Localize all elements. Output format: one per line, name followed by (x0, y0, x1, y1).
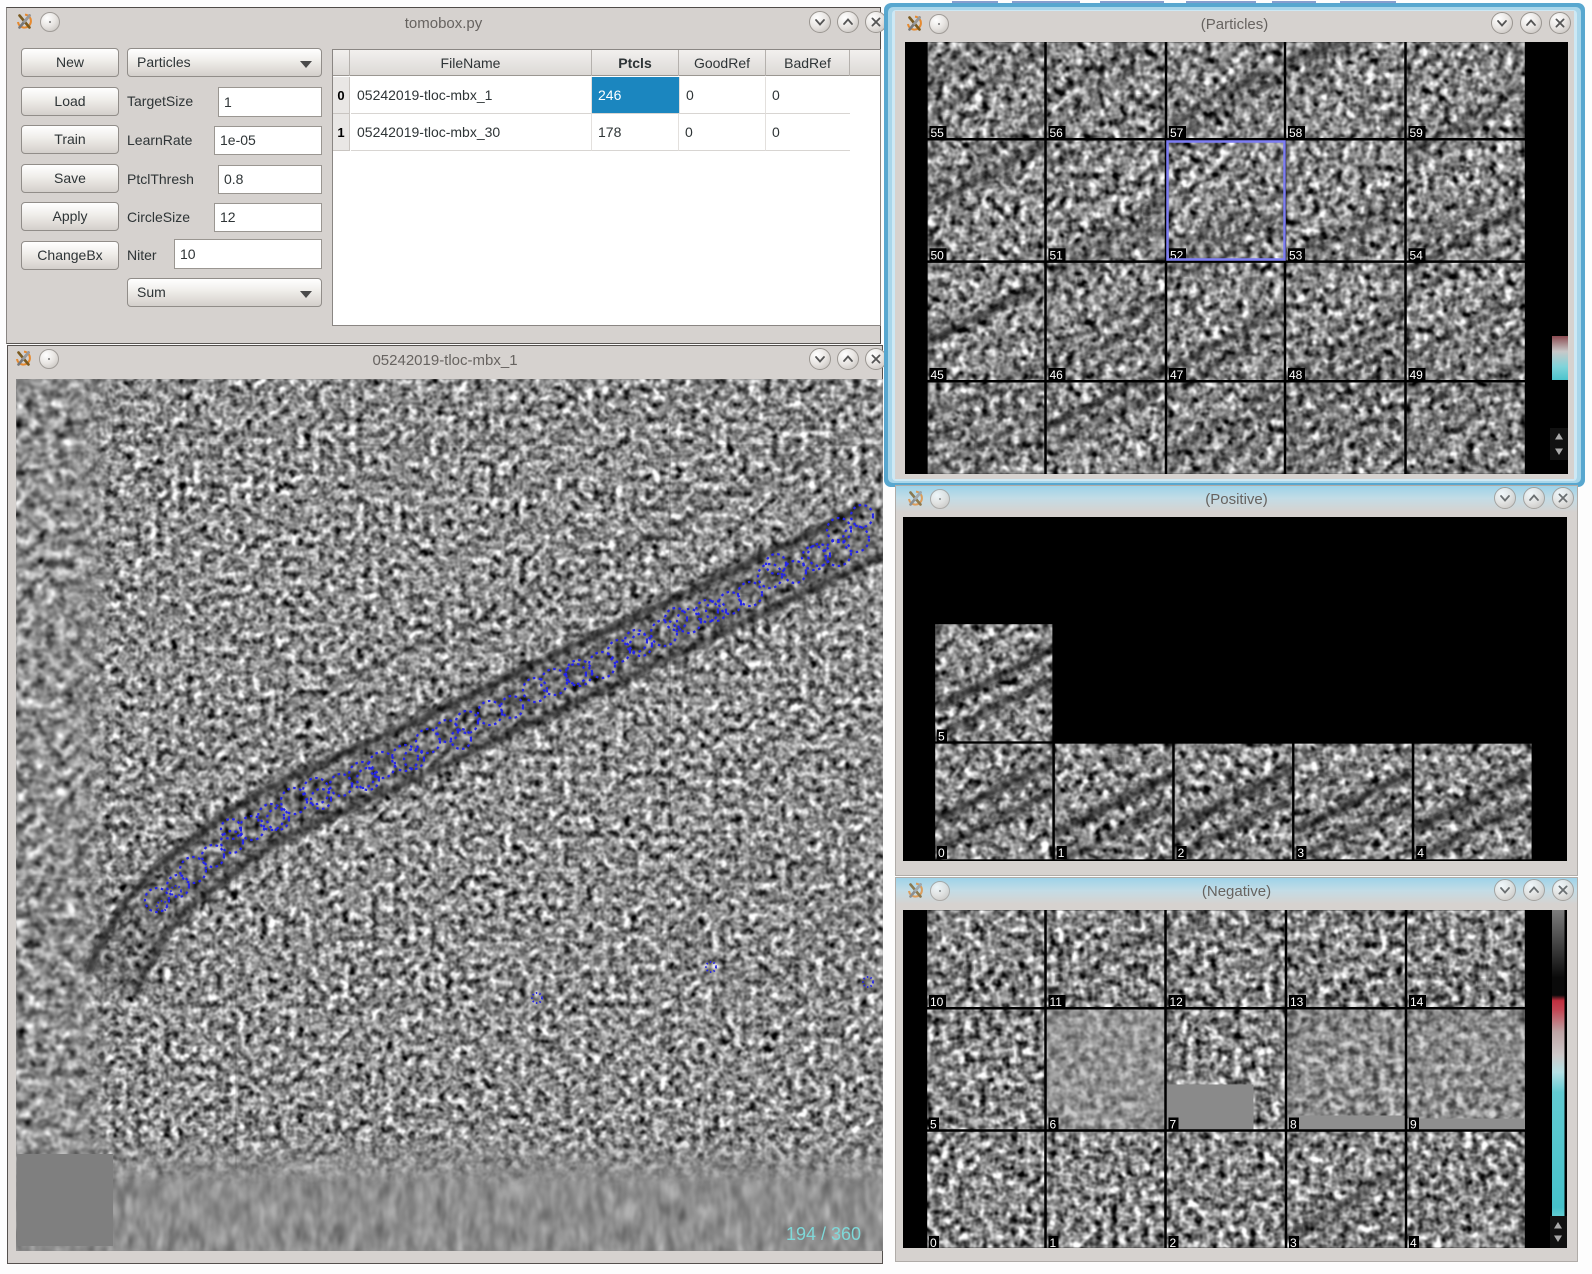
svg-text:10: 10 (930, 995, 944, 1009)
svg-text:0: 0 (930, 1236, 937, 1248)
svg-text:7: 7 (1170, 1118, 1177, 1132)
svg-text:5: 5 (938, 730, 945, 744)
svg-text:47: 47 (1170, 368, 1184, 382)
svg-text:3: 3 (1290, 1236, 1297, 1248)
svg-text:8: 8 (1290, 1118, 1297, 1132)
svg-text:0: 0 (938, 846, 945, 860)
svg-text:2: 2 (1170, 1236, 1177, 1248)
svg-text:11: 11 (1050, 995, 1063, 1009)
svg-text:54: 54 (1409, 248, 1423, 262)
svg-text:51: 51 (1049, 248, 1063, 262)
svg-text:1: 1 (1058, 846, 1065, 860)
svg-text:13: 13 (1290, 995, 1304, 1009)
svg-text:9: 9 (1410, 1118, 1417, 1132)
svg-text:59: 59 (1409, 126, 1423, 140)
svg-text:57: 57 (1170, 126, 1184, 140)
svg-text:50: 50 (930, 248, 944, 262)
svg-text:194 / 360: 194 / 360 (786, 1224, 861, 1244)
svg-text:45: 45 (930, 368, 944, 382)
svg-text:46: 46 (1049, 368, 1063, 382)
svg-text:56: 56 (1049, 126, 1063, 140)
svg-text:12: 12 (1170, 995, 1184, 1009)
svg-text:55: 55 (930, 126, 944, 140)
svg-text:53: 53 (1289, 248, 1303, 262)
svg-text:49: 49 (1409, 368, 1423, 382)
svg-text:1: 1 (1050, 1236, 1057, 1248)
svg-text:3: 3 (1297, 846, 1304, 860)
svg-text:5: 5 (930, 1118, 937, 1132)
svg-text:6: 6 (1050, 1118, 1057, 1132)
svg-text:48: 48 (1289, 368, 1303, 382)
svg-text:58: 58 (1289, 126, 1303, 140)
svg-text:14: 14 (1410, 995, 1424, 1009)
svg-text:2: 2 (1178, 846, 1185, 860)
svg-text:4: 4 (1417, 846, 1424, 860)
svg-text:4: 4 (1410, 1236, 1417, 1248)
